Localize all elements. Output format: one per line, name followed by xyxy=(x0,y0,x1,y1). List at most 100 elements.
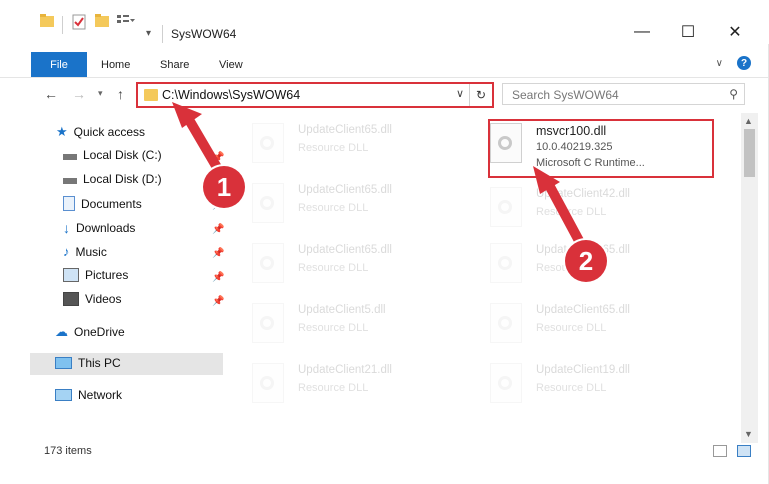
forward-arrow-icon[interactable]: → xyxy=(72,86,86,102)
sidebar-item-label: Videos xyxy=(85,292,122,306)
list-item[interactable]: UpdateClient65.dll Resource DLL xyxy=(232,177,472,233)
sidebar-item-documents[interactable]: Documents xyxy=(63,196,142,211)
title-bar: ▾ SysWOW64 — ☐ ✕ xyxy=(0,0,769,44)
pin-icon[interactable]: 📌 xyxy=(212,224,224,235)
folder-icon xyxy=(144,89,158,101)
dll-file-icon xyxy=(252,183,284,223)
ribbon-controls: ∨ ? xyxy=(716,56,751,70)
computer-icon xyxy=(55,357,72,369)
properties-icon[interactable] xyxy=(72,14,88,30)
file-name: UpdateClient65.dll xyxy=(298,244,392,256)
maximize-button[interactable]: ☐ xyxy=(673,20,703,44)
recent-locations-icon[interactable]: ▾ xyxy=(98,88,103,99)
minimize-button[interactable]: — xyxy=(627,20,657,44)
network-icon xyxy=(55,389,72,401)
dll-file-icon xyxy=(490,363,522,403)
list-item[interactable]: UpdateClient21.dll Resource DLL xyxy=(232,357,472,413)
sidebar-item-videos[interactable]: Videos xyxy=(63,292,121,306)
quick-access-dropdown-icon[interactable]: ▾ xyxy=(146,28,151,39)
ribbon: File Home Share View ∨ ? xyxy=(0,44,769,78)
dll-file-icon xyxy=(252,303,284,343)
music-icon: ♪ xyxy=(63,244,70,259)
sidebar-item-label: Music xyxy=(75,244,107,259)
dll-file-icon xyxy=(252,123,284,163)
up-arrow-icon[interactable]: ↑ xyxy=(117,86,124,102)
file-description: Resource DLL xyxy=(536,322,607,334)
file-list: UpdateClient65.dll Resource DLL UpdateCl… xyxy=(232,113,742,433)
callout-2: 2 xyxy=(565,240,607,282)
star-icon: ★ xyxy=(56,124,68,139)
videos-icon xyxy=(63,292,79,306)
address-bar[interactable]: C:\Windows\SysWOW64 ∨ ↻ xyxy=(136,82,494,108)
search-icon[interactable]: ⚲ xyxy=(729,87,738,101)
sidebar-item-downloads[interactable]: ↓ Downloads xyxy=(63,220,135,236)
file-description: Resource DLL xyxy=(298,382,369,394)
file-description: Resource DLL xyxy=(298,262,369,274)
file-explorer-window: ▾ SysWOW64 — ☐ ✕ File Home Share View ∨ … xyxy=(0,0,769,484)
file-name: UpdateClient42.dll xyxy=(536,188,630,200)
status-bar: 173 items xyxy=(0,441,769,463)
large-icons-view-icon[interactable] xyxy=(737,445,751,457)
tab-view[interactable]: View xyxy=(219,59,243,71)
list-item[interactable]: UpdateClient65.dll Resource DLL xyxy=(232,237,472,293)
navigation-bar: ← → ▾ ↑ C:\Windows\SysWOW64 ∨ ↻ Search S… xyxy=(0,77,769,111)
sidebar-item-local-disk-c[interactable]: Local Disk (C:) xyxy=(63,148,162,162)
divider xyxy=(62,16,63,34)
sidebar-item-label: Quick access xyxy=(73,125,146,139)
scroll-down-icon[interactable]: ▼ xyxy=(744,429,753,439)
file-description: Resource DLL xyxy=(298,322,369,334)
sidebar-item-local-disk-d[interactable]: Local Disk (D:) xyxy=(63,172,162,186)
customize-icon[interactable] xyxy=(117,14,135,30)
details-view-icon[interactable] xyxy=(713,445,727,457)
highlight-box xyxy=(488,119,714,178)
file-name: UpdateClient65.dll xyxy=(298,184,392,196)
sidebar-item-this-pc[interactable]: This PC xyxy=(55,356,121,370)
callout-1: 1 xyxy=(203,166,245,208)
list-item[interactable]: UpdateClient5.dll Resource DLL xyxy=(232,297,472,353)
folder-icon xyxy=(40,14,56,30)
downloads-icon: ↓ xyxy=(63,220,70,236)
sidebar-item-label: Local Disk (D:) xyxy=(83,172,162,186)
pin-icon[interactable]: 📌 xyxy=(212,248,224,259)
file-name: UpdateClient65.dll xyxy=(298,124,392,136)
vertical-scrollbar[interactable]: ▲ ▼ xyxy=(741,113,758,443)
tab-file[interactable]: File xyxy=(31,52,87,77)
dll-file-icon xyxy=(252,243,284,283)
help-icon[interactable]: ? xyxy=(737,56,751,70)
refresh-icon[interactable]: ↻ xyxy=(469,84,492,106)
close-button[interactable]: ✕ xyxy=(720,20,750,44)
sidebar-item-onedrive[interactable]: ☁ OneDrive xyxy=(55,324,125,340)
navigation-pane: ★ Quick access Local Disk (C:) 📌 Local D… xyxy=(0,117,225,435)
dll-file-icon xyxy=(252,363,284,403)
pin-icon[interactable]: 📌 xyxy=(212,152,224,163)
new-folder-icon[interactable] xyxy=(95,14,111,30)
file-description: Resource DLL xyxy=(536,206,607,218)
back-arrow-icon[interactable]: ← xyxy=(44,86,58,102)
sidebar-item-network[interactable]: Network xyxy=(55,388,122,402)
pin-icon[interactable]: 📌 xyxy=(212,296,224,307)
list-item[interactable]: UpdateClient42.dll Resource DLL xyxy=(470,181,710,237)
list-item[interactable]: UpdateClient65.dll Resource DLL xyxy=(232,117,472,173)
sidebar-item-label: Downloads xyxy=(76,221,136,235)
scroll-up-icon[interactable]: ▲ xyxy=(744,116,753,126)
sidebar-item-label: Local Disk (C:) xyxy=(83,148,162,162)
file-description: Resource DLL xyxy=(298,202,369,214)
chevron-down-icon[interactable]: ∨ xyxy=(456,87,464,100)
sidebar-item-music[interactable]: ♪ Music xyxy=(63,244,107,259)
list-item[interactable]: UpdateClient19.dll Resource DLL xyxy=(470,357,710,413)
scroll-thumb[interactable] xyxy=(744,129,755,177)
sidebar-item-pictures[interactable]: Pictures xyxy=(63,268,128,282)
address-path: C:\Windows\SysWOW64 xyxy=(162,88,301,102)
expand-ribbon-icon[interactable]: ∨ xyxy=(716,58,723,69)
tab-home[interactable]: Home xyxy=(101,59,130,71)
file-name: UpdateClient21.dll xyxy=(298,364,392,376)
pictures-icon xyxy=(63,268,79,282)
pin-icon[interactable]: 📌 xyxy=(212,272,224,283)
cloud-icon: ☁ xyxy=(55,324,68,339)
list-item[interactable]: UpdateClient65.dll Resource DLL xyxy=(470,297,710,353)
search-input[interactable]: Search SysWOW64 ⚲ xyxy=(502,83,745,105)
sidebar-item-label: OneDrive xyxy=(74,325,125,339)
sidebar-item-quick-access[interactable]: ★ Quick access xyxy=(56,124,145,140)
file-name: UpdateClient65.dll xyxy=(536,304,630,316)
tab-share[interactable]: Share xyxy=(160,59,189,71)
